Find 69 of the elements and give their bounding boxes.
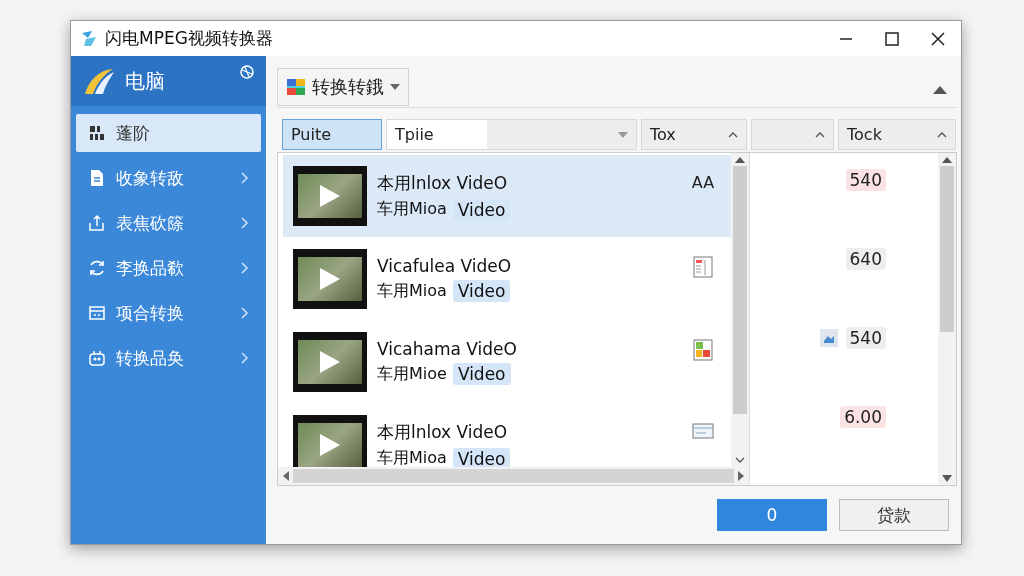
column-header[interactable]: Tock (838, 119, 956, 150)
caret-down-icon (618, 131, 628, 138)
sidebar-item[interactable]: 项合转换 (76, 294, 261, 332)
file-row[interactable]: 本用lnlox VideO 车用Mioa Video AA (283, 155, 731, 237)
scrollbar-thumb[interactable] (733, 166, 747, 414)
collapse-icon[interactable] (933, 85, 947, 94)
file-row[interactable]: Vicahama VideO 车用Mioe Video (283, 321, 731, 403)
window-icon (88, 304, 106, 322)
ball-icon[interactable] (240, 65, 254, 79)
file-subtitle: 车用Mioa (377, 199, 447, 220)
column-header-field[interactable]: Puite (282, 119, 382, 150)
file-title: 本用lnlox VideO (377, 420, 509, 444)
file-title: 本用lnlox VideO (377, 171, 509, 195)
play-icon (319, 184, 341, 208)
sidebar-item[interactable]: 转换品奂 (76, 339, 261, 377)
scroll-down-icon[interactable] (942, 475, 952, 482)
file-subtitle: 车用Mioa (377, 448, 447, 467)
scroll-down-icon[interactable] (735, 457, 745, 464)
scroll-left-icon[interactable] (282, 471, 289, 481)
file-subtitle: 车用Mioa (377, 280, 447, 302)
maximize-icon[interactable] (885, 31, 899, 46)
window-title: 闪电MPEG视频转换器 (105, 27, 273, 50)
column-header[interactable]: Tox (641, 119, 747, 150)
sort-up-icon (815, 131, 825, 138)
value-badge: 540 (845, 169, 886, 191)
card-icon (692, 422, 714, 440)
video-tag: Video (452, 198, 511, 221)
play-icon (319, 433, 341, 457)
scroll-up-icon[interactable] (735, 156, 745, 163)
sidebar-item[interactable]: 李换品欷 (76, 249, 261, 287)
file-title: Vicafulea VideO (377, 256, 513, 276)
sort-up-icon (937, 131, 947, 138)
video-tag: Video (452, 363, 511, 385)
scroll-right-icon[interactable] (738, 471, 745, 481)
value-badge: 640 (845, 248, 886, 270)
caret-down-icon (390, 84, 400, 90)
file-row[interactable]: Vicafulea VideO 车用Mioa Video (283, 238, 731, 320)
scrollbar-thumb[interactable] (940, 166, 954, 332)
sidebar-item[interactable]: 表焦砍篨 (76, 204, 261, 242)
primary-button[interactable]: 0 (717, 499, 827, 531)
video-tag: Video (452, 280, 511, 302)
sidebar-title: 电脑 (125, 67, 165, 95)
play-icon (319, 350, 341, 374)
scroll-up-icon[interactable] (942, 156, 952, 163)
refresh-icon (88, 259, 106, 277)
close-icon[interactable] (931, 31, 945, 46)
document-icon (693, 256, 713, 278)
value-badge: 6.00 (840, 406, 886, 428)
bot-icon (88, 349, 106, 367)
scrollbar-thumb[interactable] (293, 469, 734, 483)
video-tag: Video (452, 447, 511, 467)
column-header-dropdown[interactable]: Tpiie (386, 119, 637, 150)
upload-icon (88, 214, 106, 232)
horizontal-scrollbar[interactable] (278, 467, 749, 485)
value-badge: 540 (845, 327, 886, 349)
color-tiles-icon (286, 77, 306, 97)
format-label: AA (691, 173, 715, 192)
sidebar-item[interactable]: 收象转敌 (76, 159, 261, 197)
secondary-button[interactable]: 贷款 (839, 499, 949, 531)
convert-dropdown[interactable]: 转换转鋨 (277, 68, 409, 106)
vertical-scrollbar[interactable] (938, 153, 956, 485)
sort-up-icon (728, 131, 738, 138)
sidebar-item[interactable]: 蓬阶 (76, 114, 261, 152)
file-title: Vicahama VideO (377, 339, 518, 359)
document-icon (88, 169, 106, 187)
file-subtitle: 车用Mioe (377, 363, 447, 385)
color-tiles-icon (693, 339, 713, 361)
vertical-scrollbar[interactable] (731, 153, 749, 467)
play-icon (319, 267, 341, 291)
